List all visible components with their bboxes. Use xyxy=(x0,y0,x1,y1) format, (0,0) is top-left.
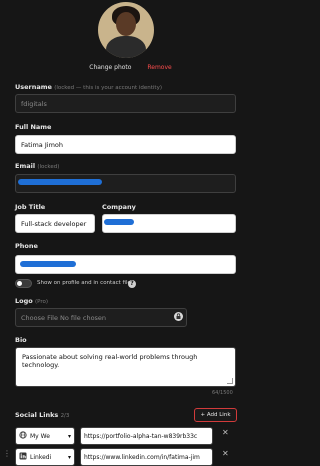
chevron-down-icon: ▾ xyxy=(67,453,71,461)
link-url-input[interactable]: https://portfolio-alpha-tan-w839rb33c xyxy=(80,427,213,445)
avatar[interactable] xyxy=(98,2,154,58)
email-label: Email (locked) xyxy=(15,162,60,170)
remove-link-icon[interactable]: ✕ xyxy=(222,449,229,458)
redaction-scribble xyxy=(18,179,102,185)
resize-handle[interactable] xyxy=(227,378,233,384)
link-url-input[interactable]: https://www.linkedin.com/in/fatima-jim xyxy=(80,448,213,466)
full-name-field[interactable]: Fatima Jimoh xyxy=(15,135,236,154)
redaction-scribble xyxy=(104,219,134,225)
remove-photo-button[interactable]: Remove xyxy=(147,64,171,71)
drag-handle-icon[interactable]: ⋮ xyxy=(3,449,11,458)
bio-character-counter: 64/1500 xyxy=(212,390,233,396)
change-photo-button[interactable]: Change photo xyxy=(89,64,131,71)
link-type-select[interactable]: My We ▾ xyxy=(15,427,75,445)
username-field: fdigitals xyxy=(15,94,236,113)
bio-textarea[interactable]: Passionate about solving real-world prob… xyxy=(15,347,236,387)
show-on-profile-toggle[interactable] xyxy=(15,279,32,288)
chevron-down-icon: ▾ xyxy=(67,432,71,440)
remove-link-icon[interactable]: ✕ xyxy=(222,428,229,437)
help-icon[interactable]: ? xyxy=(128,280,136,288)
company-label: Company xyxy=(102,203,136,211)
photo-actions: Change photo Remove xyxy=(0,64,261,71)
full-name-label: Full Name xyxy=(15,123,52,131)
phone-label: Phone xyxy=(15,242,38,250)
link-type-select[interactable]: Linkedi ▾ xyxy=(15,448,75,466)
redaction-scribble xyxy=(20,261,76,267)
lock-icon xyxy=(174,312,183,321)
logo-label: Logo (Pro) xyxy=(15,297,49,305)
linkedin-icon xyxy=(19,452,27,462)
job-title-field[interactable]: Full-stack developer xyxy=(15,214,95,233)
globe-icon xyxy=(19,431,27,441)
logo-file-input[interactable]: Choose File No file chosen xyxy=(15,308,187,327)
social-links-label: Social Links 2/3 xyxy=(15,411,70,419)
username-label: Username (locked — this is your account … xyxy=(15,83,162,91)
job-title-label: Job Title xyxy=(15,203,46,211)
toggle-label: Show on profile and in contact file xyxy=(37,280,131,286)
add-link-button[interactable]: + Add Link xyxy=(194,408,237,422)
bio-label: Bio xyxy=(15,336,27,344)
